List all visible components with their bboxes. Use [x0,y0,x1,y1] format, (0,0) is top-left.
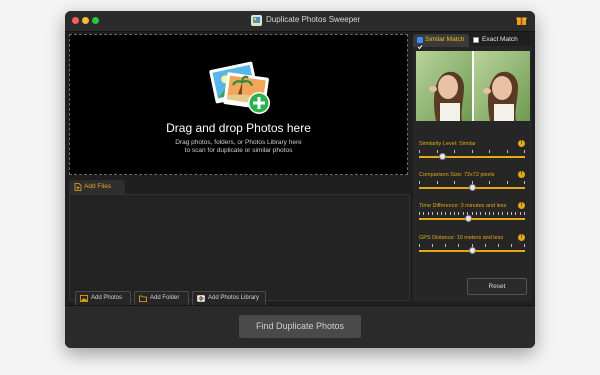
slider-tick [524,181,525,184]
slider-tick [489,181,490,184]
slider-tick [440,212,442,215]
find-duplicate-photos-button[interactable]: Find Duplicate Photos [239,315,361,338]
slider-tick [497,244,499,247]
similar-photos-preview-image [416,51,530,121]
add-folder-label: Add Folder [150,295,180,301]
window-title: Duplicate Photos Sweeper [266,15,361,24]
slider-tick [510,244,512,247]
app-icon [251,15,262,26]
time-difference-value: 3 minutes and less [460,203,507,209]
info-icon[interactable]: ! [518,234,525,241]
drop-zone-subtitle-line1: Drag photos, folders, or Photos Library … [175,139,302,146]
add-photos-library-label: Add Photos Library [208,295,260,301]
tab-exact-match[interactable]: Exact Match [398,34,531,47]
slider-tick [475,212,477,215]
info-icon[interactable]: ! [518,140,525,147]
tab-add-files[interactable]: Add Files [69,180,125,194]
slider-tick [436,212,438,215]
info-icon[interactable]: ! [518,202,525,209]
slider-tick [497,212,499,215]
slider-tick [484,244,486,247]
add-photos-library-button[interactable]: Add Photos Library [192,291,266,306]
exact-match-label: Exact Match [482,36,518,43]
slider-tick [493,212,495,215]
slider-tick [454,212,455,215]
photos-library-icon [197,295,205,302]
slider-tick [432,212,434,215]
comparison-size-caption: Comparison Size: [419,172,464,178]
comparison-size-label: Comparison Size: 72x72 pixels [419,172,495,178]
slider-tick [524,150,525,153]
slider-tick [471,150,473,153]
gps-distance-caption: GPS Distance: [419,235,457,241]
similarity-level-value: Similar [459,141,476,147]
slider-tick [436,150,438,153]
add-files-icon [74,183,82,191]
comparison-size-value: 72x72 pixels [463,172,495,178]
zoom-window-button[interactable] [92,17,99,24]
bottom-bar: Find Duplicate Photos [65,305,535,348]
slider-tick [510,212,512,215]
similarity-level-caption: Similarity Level: [419,141,460,147]
add-photos-label: Add Photos [91,295,123,301]
photo-icon [80,295,88,302]
folder-icon [139,295,147,302]
slider-tick [515,212,517,215]
slider-tick [436,181,438,184]
slider-tick [454,181,455,184]
gift-icon[interactable] [516,15,527,26]
time-difference-caption: Time Difference: [419,203,461,209]
app-window: Duplicate Photos Sweeper Drag and drop P… [65,11,535,348]
close-window-button[interactable] [72,17,79,24]
slider-tick [519,212,521,215]
slider-tick [458,212,460,215]
slider-tick [506,181,508,184]
title-bar: Duplicate Photos Sweeper [65,11,535,32]
minimize-window-button[interactable] [82,17,89,24]
slider-tick [506,150,508,153]
slider-tick [489,150,490,153]
info-icon[interactable]: ! [518,171,525,178]
slider-tick [524,244,525,247]
gps-distance-value: 10 meters and less [456,235,504,241]
slider-tick [524,212,525,215]
add-folder-button[interactable]: Add Folder [134,291,189,306]
reset-button[interactable]: Reset [467,278,527,295]
slider-tick [458,244,460,247]
similarity-level-label: Similarity Level: Similar [419,141,476,147]
slider-tick [484,212,486,215]
slider-tick [449,212,451,215]
drop-zone-title: Drag and drop Photos here [166,121,311,135]
gps-distance-slider-handle[interactable] [468,247,476,254]
slider-tick [471,212,473,215]
slider-tick [506,212,508,215]
slider-tick [419,181,420,184]
slider-tick [489,212,490,215]
slider-tick [419,212,420,215]
exact-match-checkbox[interactable] [473,37,479,43]
slider-tick [445,244,447,247]
similarity-level-slider-handle[interactable] [438,153,446,160]
similarity-level-slider[interactable] [419,156,525,158]
slider-tick [427,212,429,215]
files-list-panel[interactable]: Add Photos Add Folder Add Photos Library [69,194,410,306]
time-difference-label: Time Difference: 3 minutes and less [419,203,506,209]
slider-tick [419,244,420,247]
slider-tick [462,212,464,215]
gps-distance-label: GPS Distance: 10 meters and less [419,235,503,241]
photos-add-icon [209,61,270,114]
drop-zone[interactable]: Drag and drop Photos here Drag photos, f… [69,34,408,175]
add-photos-button[interactable]: Add Photos [75,291,131,306]
slider-tick [480,212,482,215]
slider-tick [419,150,420,153]
slider-tick [502,212,504,215]
slider-tick [445,212,447,215]
slider-tick [423,212,425,215]
add-files-tab-label: Add Files [84,183,112,190]
drop-zone-subtitle-line2: to scan for duplicate or similar photos [184,147,293,154]
slider-tick [454,150,455,153]
comparison-size-slider-handle[interactable] [468,184,476,191]
slider-tick [432,244,434,247]
